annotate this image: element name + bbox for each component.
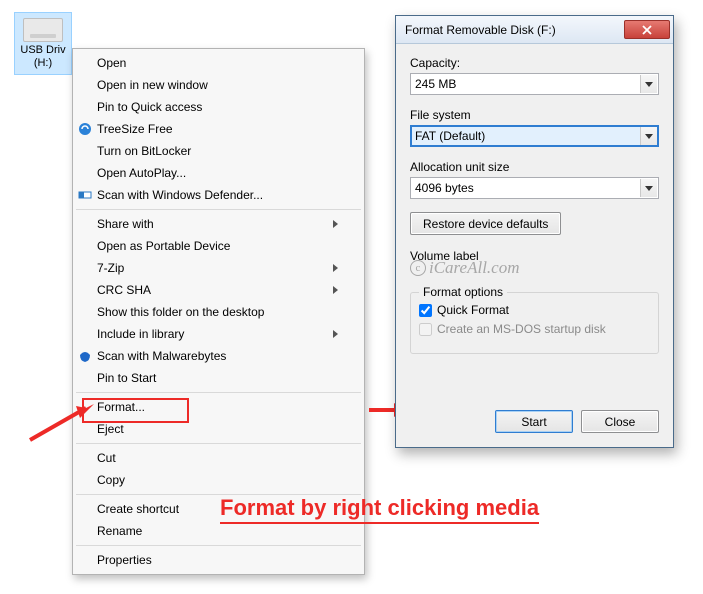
cm-bitlocker[interactable]: Turn on BitLocker [75, 140, 362, 162]
close-button[interactable] [624, 20, 670, 39]
cm-properties[interactable]: Properties [75, 549, 362, 571]
cm-crc-sha[interactable]: CRC SHA [75, 279, 362, 301]
cm-copy[interactable]: Copy [75, 469, 362, 491]
cm-format-label: Format... [97, 400, 338, 414]
filesystem-combo[interactable]: FAT (Default) [410, 125, 659, 147]
cm-format[interactable]: Format... [75, 396, 362, 418]
defender-icon [78, 188, 92, 202]
submenu-arrow-icon [333, 330, 338, 338]
cm-7zip[interactable]: 7-Zip [75, 257, 362, 279]
cm-defender-label: Scan with Windows Defender... [97, 188, 338, 202]
allocation-label: Allocation unit size [410, 160, 659, 174]
msdos-disk-label: Create an MS-DOS startup disk [437, 322, 606, 336]
chevron-down-icon [640, 75, 657, 93]
cm-pin-start-label: Pin to Start [97, 371, 338, 385]
cm-properties-label: Properties [97, 553, 338, 567]
format-options-title: Format options [419, 285, 507, 299]
cm-include-lib-label: Include in library [97, 327, 325, 341]
close-dialog-button[interactable]: Close [581, 410, 659, 433]
cm-separator [76, 392, 361, 393]
cm-defender[interactable]: Scan with Windows Defender... [75, 184, 362, 206]
cm-cut[interactable]: Cut [75, 447, 362, 469]
submenu-arrow-icon [333, 264, 338, 272]
capacity-value: 245 MB [415, 77, 456, 91]
cm-include-library[interactable]: Include in library [75, 323, 362, 345]
cm-show-desktop-label: Show this folder on the desktop [97, 305, 338, 319]
quick-format-label: Quick Format [437, 303, 509, 317]
cm-pin-quick-label: Pin to Quick access [97, 100, 338, 114]
cm-eject-label: Eject [97, 422, 338, 436]
cm-rename-label: Rename [97, 524, 338, 538]
cm-portable-label: Open as Portable Device [97, 239, 338, 253]
drive-label-line2: (H:) [15, 57, 71, 70]
cm-autoplay-label: Open AutoPlay... [97, 166, 338, 180]
format-dialog: Format Removable Disk (F:) Capacity: 245… [395, 15, 674, 448]
cm-malwarebytes-label: Scan with Malwarebytes [97, 349, 338, 363]
cm-treesize-label: TreeSize Free [97, 122, 338, 136]
watermark: c iCareAll.com [410, 258, 659, 278]
watermark-text: iCareAll.com [429, 258, 520, 278]
start-button[interactable]: Start [495, 410, 573, 433]
cm-crc-label: CRC SHA [97, 283, 325, 297]
treesize-icon [78, 122, 92, 136]
cm-cut-label: Cut [97, 451, 338, 465]
copyright-icon: c [410, 260, 426, 276]
cm-pin-start[interactable]: Pin to Start [75, 367, 362, 389]
dialog-titlebar[interactable]: Format Removable Disk (F:) [396, 16, 673, 44]
msdos-disk-checkbox: Create an MS-DOS startup disk [419, 322, 650, 336]
dialog-title: Format Removable Disk (F:) [405, 23, 556, 37]
usb-drive-icon[interactable]: USB Driv (H:) [14, 12, 72, 75]
cm-separator [76, 545, 361, 546]
cm-treesize[interactable]: TreeSize Free [75, 118, 362, 140]
drive-icon [23, 18, 63, 42]
cm-pin-quick-access[interactable]: Pin to Quick access [75, 96, 362, 118]
cm-portable-device[interactable]: Open as Portable Device [75, 235, 362, 257]
drive-label-line1: USB Driv [15, 44, 71, 57]
quick-format-input[interactable] [419, 304, 432, 317]
filesystem-label: File system [410, 108, 659, 122]
cm-open[interactable]: Open [75, 52, 362, 74]
cm-copy-label: Copy [97, 473, 338, 487]
cm-bitlocker-label: Turn on BitLocker [97, 144, 338, 158]
quick-format-checkbox[interactable]: Quick Format [419, 303, 650, 317]
cm-7zip-label: 7-Zip [97, 261, 325, 275]
malwarebytes-icon [78, 349, 92, 363]
allocation-value: 4096 bytes [415, 181, 474, 195]
cm-separator [76, 443, 361, 444]
annotation-caption: Format by right clicking media [220, 495, 539, 524]
cm-eject[interactable]: Eject [75, 418, 362, 440]
allocation-combo[interactable]: 4096 bytes [410, 177, 659, 199]
cm-separator [76, 209, 361, 210]
cm-share-with[interactable]: Share with [75, 213, 362, 235]
format-options-group: Format options Quick Format Create an MS… [410, 292, 659, 354]
cm-malwarebytes[interactable]: Scan with Malwarebytes [75, 345, 362, 367]
cm-open-new-window[interactable]: Open in new window [75, 74, 362, 96]
cm-autoplay[interactable]: Open AutoPlay... [75, 162, 362, 184]
msdos-disk-input [419, 323, 432, 336]
close-icon [642, 25, 652, 35]
cm-open-new-window-label: Open in new window [97, 78, 338, 92]
capacity-combo[interactable]: 245 MB [410, 73, 659, 95]
chevron-down-icon [640, 179, 657, 197]
cm-open-label: Open [97, 56, 338, 70]
restore-defaults-button[interactable]: Restore device defaults [410, 212, 561, 235]
cm-show-desktop[interactable]: Show this folder on the desktop [75, 301, 362, 323]
capacity-label: Capacity: [410, 56, 659, 70]
chevron-down-icon [640, 127, 657, 145]
submenu-arrow-icon [333, 220, 338, 228]
submenu-arrow-icon [333, 286, 338, 294]
filesystem-value: FAT (Default) [415, 129, 485, 143]
cm-share-with-label: Share with [97, 217, 325, 231]
